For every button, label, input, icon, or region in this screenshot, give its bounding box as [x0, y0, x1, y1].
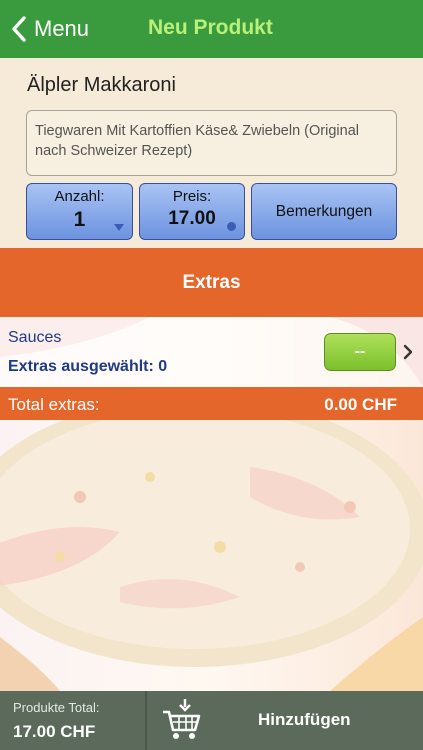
sauce-selector-button[interactable]: -- — [324, 333, 396, 371]
navigation-bar: Menu Neu Produkt — [0, 0, 423, 58]
back-button[interactable]: Menu — [8, 12, 89, 46]
add-button-label: Hinzufügen — [258, 710, 351, 729]
dropdown-arrow-icon — [114, 224, 124, 231]
product-description: Tiegwaren Mit Kartoffien Käse& Zwiebeln … — [26, 110, 397, 176]
product-total-value: 17.00 CHF — [13, 722, 96, 741]
dot-indicator-icon — [227, 222, 236, 231]
price-selector[interactable]: Preis: 17.00 — [139, 183, 245, 240]
chevron-right-icon — [403, 344, 413, 360]
sauce-row[interactable]: Sauces Extras ausgewählt: 0 -- — [0, 317, 423, 387]
extras-banner: Extras — [0, 248, 423, 317]
product-panel: Älpler Makkaroni Tiegwaren Mit Kartoffie… — [0, 58, 423, 247]
back-chevron-icon — [12, 16, 26, 42]
quantity-selector[interactable]: Anzahl: 1 — [26, 183, 133, 240]
remarks-button[interactable]: Bemerkungen — [251, 183, 397, 240]
add-to-cart-button[interactable]: Hinzufügen — [147, 691, 423, 750]
product-name: Älpler Makkaroni — [27, 74, 176, 96]
back-label: Menu — [34, 16, 90, 41]
footer-bar: Produkte Total: 17.00 CHF Hinzufügen — [0, 691, 423, 750]
remarks-label: Bemerkungen — [275, 203, 373, 220]
total-extras-label: Total extras: — [8, 395, 100, 414]
sauce-title: Sauces — [8, 329, 62, 346]
price-caption: Preis: — [172, 188, 212, 205]
shopping-cart-icon — [163, 699, 201, 739]
product-total-label: Produkte Total: — [13, 700, 100, 715]
total-extras-value: 0.00 CHF — [324, 395, 397, 414]
page-title: Neu Produkt — [148, 16, 273, 39]
quantity-caption: Anzahl: — [54, 188, 105, 205]
total-extras-bar: Total extras: 0.00 CHF — [0, 387, 423, 420]
extras-selected-count: Extras ausgewählt: 0 — [8, 358, 168, 375]
